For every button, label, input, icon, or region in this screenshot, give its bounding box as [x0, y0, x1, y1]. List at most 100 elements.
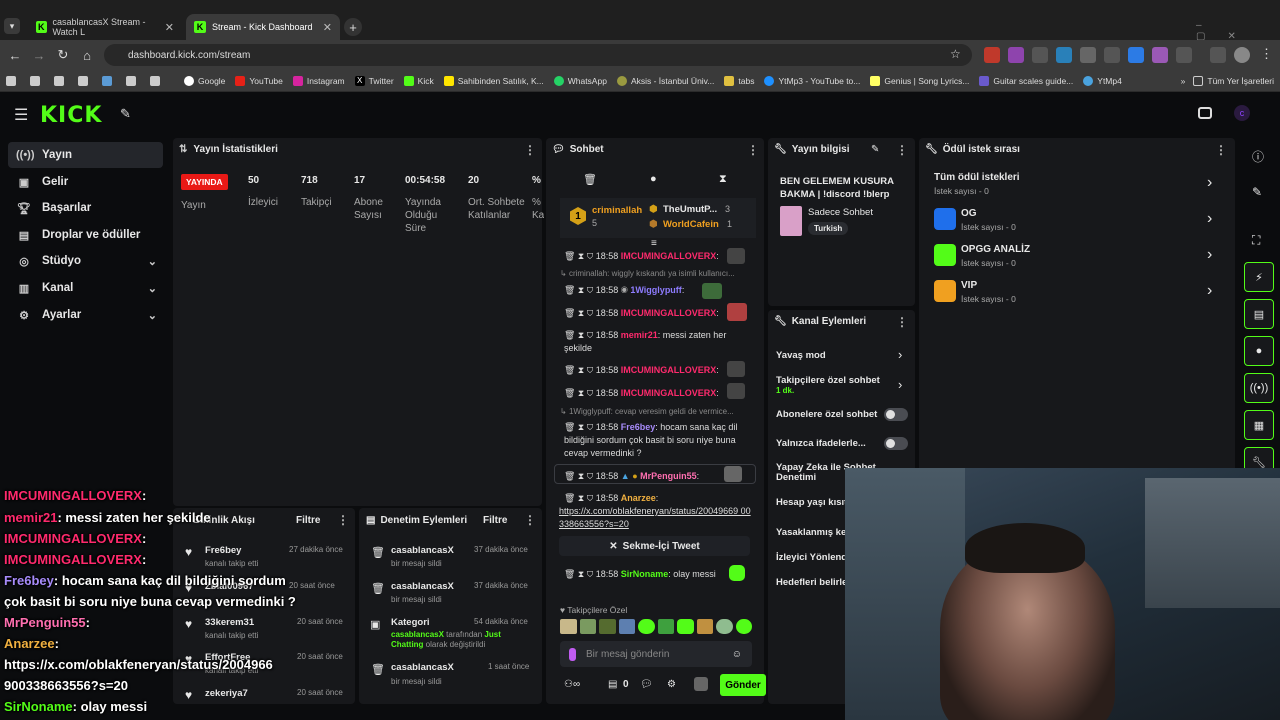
reward-label[interactable]: VIP [961, 280, 977, 291]
subs-only-toggle[interactable] [884, 408, 908, 421]
trash-tab-icon[interactable]: 🗑︎ [583, 173, 597, 186]
rail-button-document[interactable]: ▤ [1244, 299, 1274, 329]
sidebar-item-yayin[interactable]: ((•)) Yayın [8, 142, 163, 168]
emote[interactable] [599, 619, 616, 634]
puzzle-icon[interactable] [1176, 47, 1192, 63]
reload-icon[interactable]: ↻ [54, 46, 72, 64]
account-age-label[interactable]: Hesap yaşı kısıt [776, 497, 847, 508]
sidebar-item-studyo[interactable]: ◎ Stüdyo ⌄ [8, 248, 163, 274]
chevron-right-icon[interactable]: › [1207, 282, 1212, 300]
extension-icon[interactable] [1128, 47, 1144, 63]
sidebar-item-droplar[interactable]: ▤ Droplar ve ödüller [8, 222, 163, 248]
gifter-name[interactable]: TheUmutP... [663, 204, 717, 215]
pin-icon[interactable]: ✎ [120, 106, 131, 122]
moderation-menu-icon[interactable]: ⋮ [524, 513, 536, 527]
back-icon[interactable]: ← [6, 46, 24, 64]
bookmark-icon[interactable] [30, 75, 40, 86]
moderation-user[interactable]: casablancasX [391, 581, 454, 592]
bookmark-youtube[interactable]: YouTube [235, 75, 283, 86]
followers-only-label[interactable]: Takipçilere özel sohbet [776, 375, 880, 386]
bookmark-star-icon[interactable]: ☆ [950, 47, 961, 61]
browser-tab-1[interactable]: K casablancasX Stream - Watch L ✕ [28, 14, 182, 40]
sub-user[interactable]: casablancasX [391, 630, 444, 639]
sidebar-item-gelir[interactable]: ▣ Gelir [8, 169, 163, 195]
chevron-right-icon[interactable]: › [898, 377, 902, 392]
extension-icon[interactable] [1080, 47, 1096, 63]
tab-search-button[interactable]: ▾ [4, 18, 20, 34]
kick-logo[interactable]: KICK [40, 103, 102, 128]
close-tab-icon[interactable]: ✕ [165, 21, 174, 34]
emote[interactable] [716, 619, 733, 634]
chat-username[interactable]: memir21 [621, 330, 658, 340]
bookmark-genius[interactable]: Genius | Song Lyrics... [870, 75, 969, 86]
all-bookmarks[interactable]: Tüm Yer İşaretleri [1193, 75, 1274, 86]
emote[interactable] [638, 619, 655, 634]
bookmark-tabs[interactable]: tabs [724, 75, 754, 86]
emoji-icon[interactable]: ☺ [732, 649, 742, 660]
chevron-right-icon[interactable]: › [898, 347, 902, 362]
sidebar-item-kanal[interactable]: ▥ Kanal ⌄ [8, 275, 163, 301]
category-name[interactable]: Sadece Sohbet [808, 207, 873, 218]
new-tab-button[interactable]: + [344, 18, 362, 36]
gifter-name[interactable]: criminallah [592, 205, 642, 216]
hourglass-tab-icon[interactable]: ⧗ [719, 173, 727, 186]
chat-username[interactable]: Fre6bey [621, 422, 656, 432]
reward-queue-menu-icon[interactable]: ⋮ [1215, 143, 1227, 157]
bookmark-ytmp4[interactable]: YtMp4 [1083, 75, 1122, 86]
bookmark-instagram[interactable]: Instagram [292, 75, 345, 86]
chat-username[interactable]: 1Wigglypuff [630, 285, 681, 295]
activity-user[interactable]: Fre6bey [205, 545, 241, 556]
emote[interactable] [735, 619, 752, 634]
extension-icon[interactable] [1152, 47, 1168, 63]
bookmark-icon[interactable] [126, 75, 136, 86]
chat-tab-icon[interactable]: ● [650, 173, 657, 185]
extension-icon[interactable] [1104, 47, 1120, 63]
avatar[interactable] [694, 677, 708, 691]
moderation-user[interactable]: casablancasX [391, 545, 454, 556]
bookmark-icon[interactable] [78, 75, 88, 86]
bookmark-whatsapp[interactable]: WhatsApp [553, 75, 607, 86]
sidebar-item-ayarlar[interactable]: ⚙ Ayarlar ⌄ [8, 302, 163, 328]
chat-bubble-icon[interactable]: 💬︎ [640, 679, 653, 690]
stream-info-menu-icon[interactable]: ⋮ [896, 143, 908, 157]
send-button[interactable]: Gönder [720, 674, 766, 696]
more-bookmarks-icon[interactable]: » [1181, 76, 1186, 86]
playlist-icon[interactable] [1210, 47, 1226, 63]
moderation-filter-button[interactable]: Filtre [483, 515, 507, 526]
reward-label[interactable]: OPGG ANALİZ [961, 244, 1030, 255]
extension-icon[interactable] [1032, 47, 1048, 63]
language-tag[interactable]: Turkish [808, 222, 849, 235]
expand-icon[interactable]: ⛶ [1252, 233, 1260, 248]
activity-user[interactable]: 33kerem31 [205, 617, 254, 628]
moderation-user[interactable]: casablancasX [391, 662, 454, 673]
rail-button-chat[interactable]: ● [1244, 336, 1274, 366]
bookmark-ytmp3[interactable]: YtMp3 - YouTube to... [764, 75, 860, 86]
bookmark-sahibinden[interactable]: Sahibinden Satılık, K... [443, 75, 544, 86]
banned-words-label[interactable]: Yasaklanmış ke [776, 527, 846, 538]
stats-menu-icon[interactable]: ⋮ [524, 143, 536, 157]
user-avatar[interactable]: c [1234, 105, 1250, 121]
bookmark-kick[interactable]: Kick [403, 75, 434, 86]
extension-icon[interactable] [1056, 47, 1072, 63]
mic-icon[interactable] [569, 647, 576, 661]
activity-menu-icon[interactable]: ⋮ [337, 513, 349, 527]
chat-input[interactable]: Bir mesaj gönderin ☺ [560, 641, 752, 667]
chat-link[interactable]: https://x.com/oblakfeneryan/status/20049… [559, 505, 754, 531]
gifter-name[interactable]: WorldCafein [663, 219, 719, 230]
rail-button-stats[interactable]: ▦ [1244, 410, 1274, 440]
forward-icon[interactable]: → [30, 46, 48, 64]
window-controls[interactable]: –▢✕ [1196, 20, 1280, 42]
bookmark-guitar[interactable]: Guitar scales guide... [979, 75, 1073, 86]
rail-button-lightning[interactable]: ⚡︎ [1244, 262, 1274, 292]
edit-icon[interactable]: ✎ [871, 144, 879, 155]
emote[interactable] [696, 619, 713, 634]
chat-username[interactable]: IMCUMINGALLOVERX [621, 251, 717, 261]
collapse-icon[interactable]: ≡ [651, 238, 657, 249]
reward-label[interactable]: Tüm ödül istekleri [934, 172, 1020, 183]
bookmark-icon[interactable] [54, 75, 64, 86]
rail-button-broadcast[interactable]: ((•)) [1244, 373, 1274, 403]
chevron-right-icon[interactable]: › [1207, 210, 1212, 228]
users-icon[interactable]: ⚇∞ [564, 679, 580, 690]
emote[interactable] [677, 619, 694, 634]
gift-icon[interactable]: ▤ [608, 679, 617, 690]
